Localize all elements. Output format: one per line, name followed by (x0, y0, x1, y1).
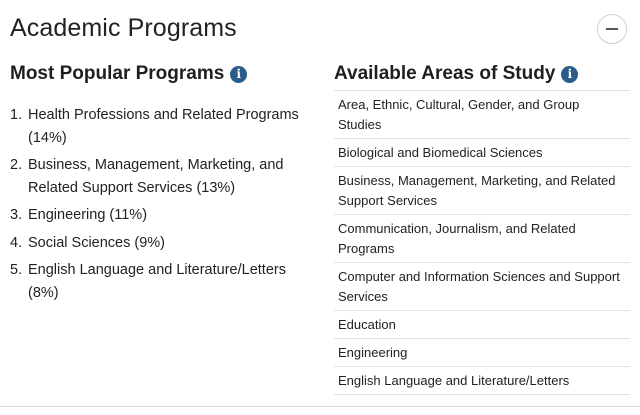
popular-programs-list: 1. Health Professions and Related Progra… (10, 104, 310, 304)
collapse-button[interactable] (597, 14, 627, 44)
most-popular-programs: Most Popular Programs i 1. Health Profes… (10, 62, 310, 309)
list-item: 1. Health Professions and Related Progra… (10, 104, 310, 149)
list-item-number: 4. (10, 234, 23, 251)
list-item-number: 3. (10, 207, 23, 223)
area-item: Business, Management, Marketing, and Rel… (334, 167, 630, 215)
list-item-number: 1. (10, 107, 23, 123)
list-item-label: Engineering (11%) (28, 207, 148, 223)
area-item: English Language and Literature/Letters (334, 367, 630, 395)
list-item: 2. Business, Management, Marketing, and … (10, 154, 310, 199)
most-popular-heading: Most Popular Programs i (10, 62, 310, 86)
area-item: Communication, Journalism, and Related P… (334, 215, 630, 263)
list-item: 3. Engineering (11%) (10, 204, 310, 227)
list-item: 4. Social Sciences (9%) (10, 232, 310, 255)
list-item-label: Social Sciences (9%) (28, 234, 165, 251)
minus-icon (606, 28, 618, 30)
info-icon[interactable]: i (561, 65, 579, 83)
area-item: Education (334, 311, 630, 339)
most-popular-heading-label: Most Popular Programs (10, 63, 225, 84)
list-item-label: Health Professions and Related Programs … (28, 107, 299, 146)
list-item-label: Business, Management, Marketing, and Rel… (28, 157, 284, 196)
areas-heading-label: Available Areas of Study (334, 63, 556, 84)
section-title: Academic Programs (10, 14, 237, 42)
section-divider (0, 406, 640, 407)
areas-list: Area, Ethnic, Cultural, Gender, and Grou… (334, 90, 630, 395)
area-item: Engineering (334, 339, 630, 367)
area-item: Biological and Biomedical Sciences (334, 139, 630, 167)
list-item-label: English Language and Literature/Letters … (28, 262, 286, 301)
info-icon[interactable]: i (230, 65, 248, 83)
list-item-number: 5. (10, 262, 23, 278)
list-item-number: 2. (10, 157, 23, 173)
area-item: Computer and Information Sciences and Su… (334, 263, 630, 311)
available-areas-of-study: Available Areas of Study i Area, Ethnic,… (334, 62, 630, 395)
area-item: Area, Ethnic, Cultural, Gender, and Grou… (334, 91, 630, 139)
areas-heading: Available Areas of Study i (334, 62, 630, 86)
list-item: 5. English Language and Literature/Lette… (10, 259, 310, 304)
